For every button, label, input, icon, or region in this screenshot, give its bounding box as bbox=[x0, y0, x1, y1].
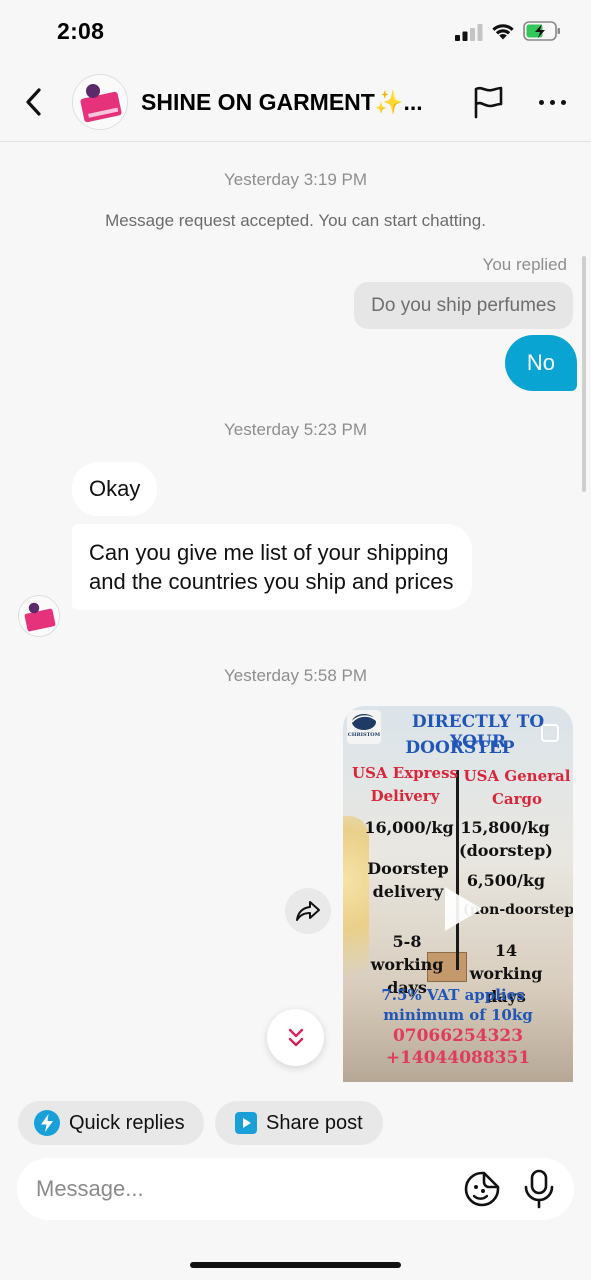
post-headline: DOORSTEP bbox=[405, 738, 515, 758]
microphone-icon[interactable] bbox=[522, 1169, 556, 1209]
lightning-bolt-icon bbox=[34, 1110, 60, 1136]
message-timestamp: Yesterday 5:23 PM bbox=[223, 420, 367, 439]
contact-name[interactable]: SHINE ON GARMENT✨... bbox=[141, 89, 431, 116]
replied-label: You replied bbox=[482, 255, 567, 274]
post-brand-logo: CHRISTOM bbox=[347, 710, 381, 744]
post-left-price: 16,000/kg bbox=[364, 818, 454, 837]
message-input[interactable] bbox=[36, 1158, 436, 1220]
quick-replies-button[interactable]: Quick replies bbox=[18, 1101, 204, 1145]
shared-post-card[interactable]: CHRISTOM DIRECTLY TO YOUR DOORSTEP USA E… bbox=[343, 706, 573, 1082]
post-right-title: USA General Cargo bbox=[463, 767, 571, 808]
sender-avatar[interactable] bbox=[18, 595, 60, 637]
post-phone: 07066254323 bbox=[392, 1026, 524, 1046]
avatar-logo-icon bbox=[19, 596, 59, 636]
report-flag-icon[interactable] bbox=[470, 84, 506, 120]
incoming-message-bubble[interactable]: Okay bbox=[72, 462, 158, 516]
quick-replies-label: Quick replies bbox=[69, 1111, 185, 1134]
post-minimum-note: minimum of 10kg bbox=[383, 1006, 533, 1024]
avatar-logo-icon bbox=[73, 75, 127, 129]
post-right-price: 15,800/kg (doorstep) bbox=[459, 818, 553, 860]
system-message: Message request accepted. You can start … bbox=[105, 211, 486, 230]
incoming-message-bubble[interactable]: Can you give me list of your shipping an… bbox=[72, 524, 472, 610]
post-left-service: Doorstep delivery bbox=[367, 859, 449, 901]
double-chevron-down-icon bbox=[288, 1028, 303, 1046]
globe-logo-icon bbox=[351, 714, 379, 730]
battery-charging-icon bbox=[523, 21, 560, 41]
more-dot-icon bbox=[538, 99, 544, 105]
post-left-title: USA Express Delivery bbox=[352, 764, 458, 805]
more-options-button[interactable] bbox=[532, 90, 572, 114]
message-timestamp: Yesterday 3:19 PM bbox=[223, 170, 367, 189]
more-dot-icon bbox=[560, 99, 566, 105]
play-icon[interactable] bbox=[441, 884, 485, 934]
conversation-header: SHINE ON GARMENT✨... bbox=[0, 62, 591, 142]
scroll-to-bottom-button[interactable] bbox=[267, 1009, 324, 1066]
replied-quote-bubble[interactable]: Do you ship perfumes bbox=[354, 282, 573, 329]
contact-avatar[interactable] bbox=[72, 74, 128, 130]
cellular-signal-icon bbox=[455, 24, 483, 41]
share-post-icon bbox=[235, 1112, 257, 1134]
chevron-left-icon bbox=[26, 88, 41, 116]
post-phone: +14044088351 bbox=[385, 1048, 531, 1068]
wifi-icon bbox=[492, 24, 514, 40]
chat-scrollbar[interactable] bbox=[582, 256, 586, 492]
more-dot-icon bbox=[549, 99, 555, 105]
sticker-icon[interactable] bbox=[463, 1170, 501, 1208]
back-button[interactable] bbox=[18, 84, 48, 120]
outgoing-message-bubble[interactable]: No bbox=[504, 335, 577, 391]
share-post-button[interactable]: Share post bbox=[215, 1101, 383, 1145]
status-bar: 2:08 bbox=[0, 0, 591, 62]
message-timestamp: Yesterday 5:58 PM bbox=[223, 666, 367, 685]
home-indicator[interactable] bbox=[190, 1262, 401, 1268]
message-composer bbox=[17, 1158, 574, 1220]
forward-arrow-icon bbox=[296, 901, 320, 921]
forward-share-button[interactable] bbox=[285, 888, 331, 934]
status-time: 2:08 bbox=[57, 18, 105, 44]
share-post-label: Share post bbox=[266, 1111, 363, 1134]
